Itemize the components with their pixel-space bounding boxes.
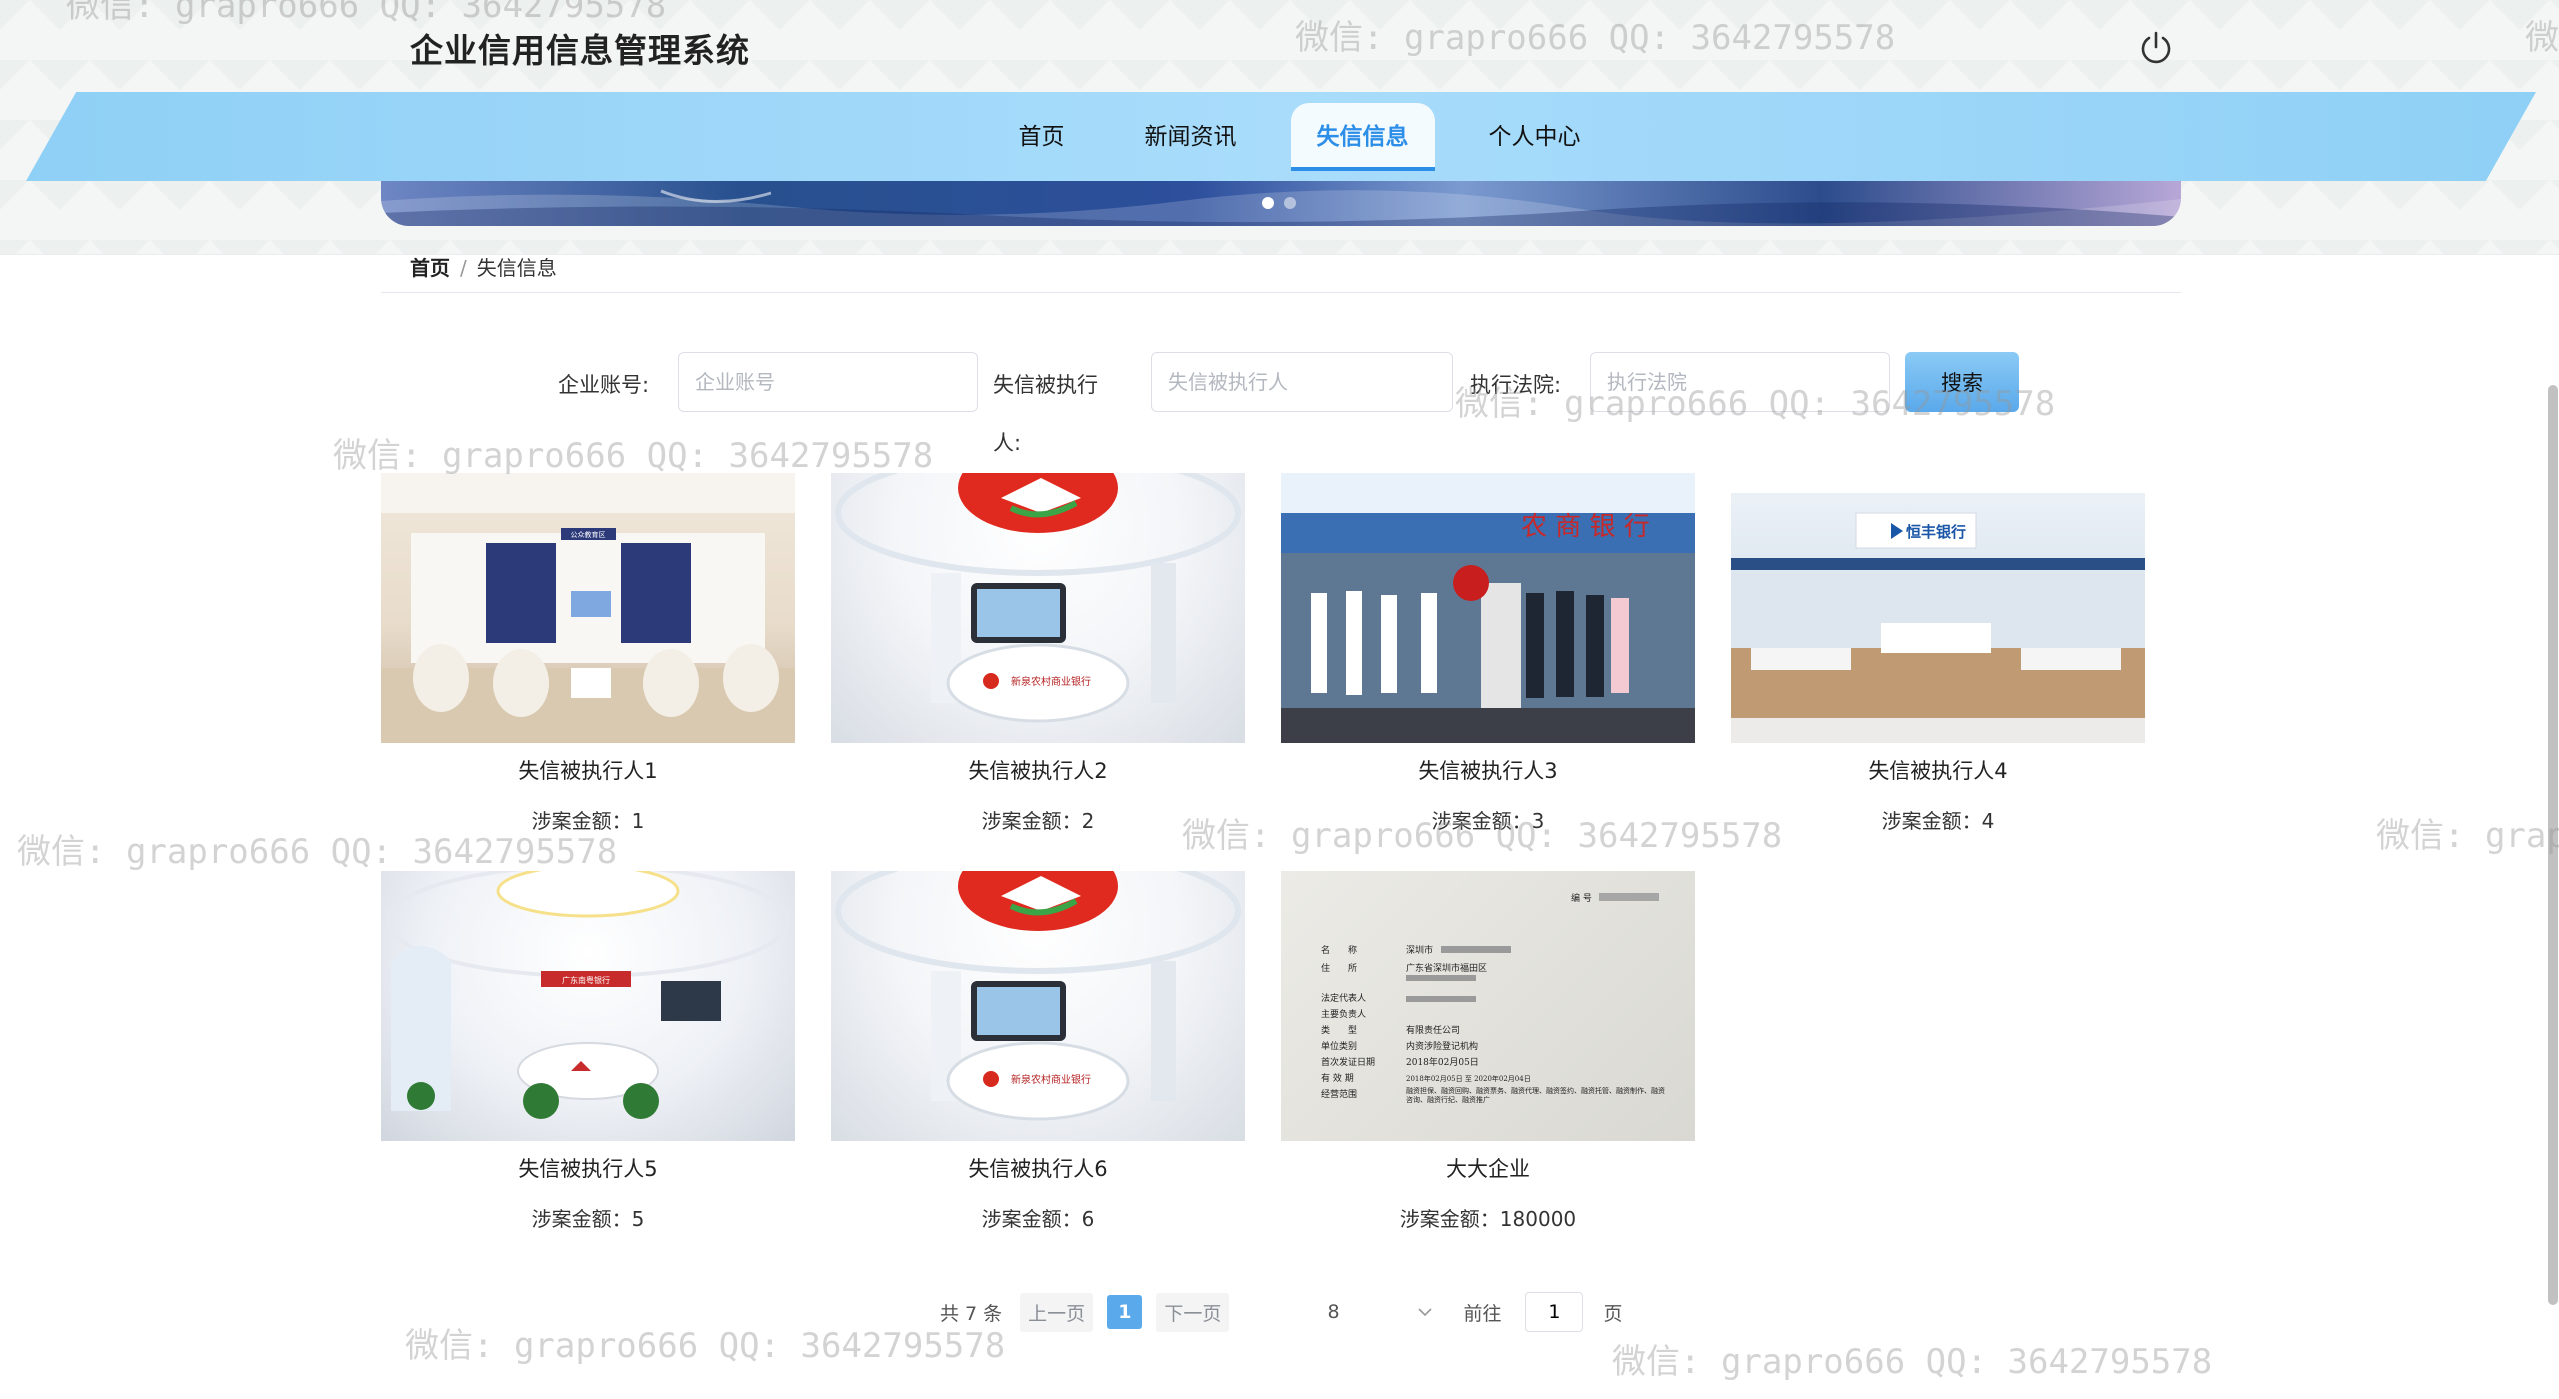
license-number-label: 编 号 [1571, 892, 1592, 904]
card-amount: 涉案金额：5 [531, 1207, 645, 1231]
card-name[interactable]: 失信被执行人4 [1731, 755, 2145, 785]
card-image[interactable]: 新泉农村商业银行 [831, 473, 1245, 743]
breadcrumb: 首页 / 失信信息 [410, 252, 557, 281]
license-value: 有限责任公司 [1406, 1024, 1460, 1036]
power-icon[interactable] [2136, 28, 2176, 68]
executed-person-input[interactable] [1151, 352, 1453, 412]
card-name[interactable]: 失信被执行人2 [831, 755, 1245, 785]
license-key: 法定代表人 [1321, 992, 1366, 1004]
bank6-sign-text: 新泉农村商业银行 [1011, 1073, 1091, 1086]
search-button[interactable]: 搜索 [1905, 352, 2019, 412]
prev-page-button[interactable]: 上一页 [1020, 1292, 1094, 1332]
account-input[interactable] [678, 352, 978, 412]
license-key: 住 所 [1321, 962, 1357, 974]
card-name[interactable]: 大大企业 [1281, 1153, 1695, 1183]
license-value: 广东省深圳市福田区 [1406, 962, 1487, 974]
license-value: 2018年02月05日 [1406, 1056, 1479, 1068]
list-item[interactable]: 农 商 银 行 失信被执行人3 涉案金额：3 [1281, 473, 1695, 834]
list-item[interactable]: 编 号 名 称 深圳市 住 所 广东省深圳市福田区 法定代表人 主要负责人 类 … [1281, 871, 1695, 1232]
goto-page-input[interactable] [1525, 1292, 1584, 1332]
list-item[interactable]: 新泉农村商业银行 失信被执行人6 涉案金额：6 [831, 871, 1245, 1232]
card-image[interactable]: 公众教育区 [381, 473, 795, 743]
card-image[interactable]: 恒丰银行 [1731, 473, 2145, 743]
card-amount: 涉案金额：1 [531, 809, 645, 833]
card-amount: 涉案金额：2 [981, 809, 1095, 833]
license-key: 单位类别 [1321, 1040, 1357, 1052]
page-suffix: 页 [1603, 1302, 1623, 1325]
court-input[interactable] [1590, 352, 1890, 412]
court-label: 执行法院: [1470, 373, 1562, 397]
license-key: 有 效 期 [1321, 1072, 1354, 1084]
executed-label-line1: 失信被执行 [993, 373, 1098, 397]
license-scope: 融资担保、融资回购、融资票务、融资代理、融资签约、融资托管、融资制作、融资咨询、… [1406, 1087, 1665, 1104]
bank2-sign-text: 新泉农村商业银行 [1011, 675, 1091, 688]
license-value: 内资涉险登记机构 [1406, 1040, 1478, 1052]
card-amount: 涉案金额：180000 [1399, 1207, 1577, 1231]
nav-item-home[interactable]: 首页 [993, 103, 1091, 171]
license-value: 2018年02月05日 至 2020年02月04日 [1406, 1074, 1531, 1083]
card-amount: 涉案金额：6 [981, 1207, 1095, 1231]
card-amount: 涉案金额：4 [1881, 809, 1995, 833]
card-name[interactable]: 失信被执行人5 [381, 1153, 795, 1183]
search-form: 企业账号: 失信被执行 人: 执行法院: 搜索 [381, 352, 2181, 455]
banner-dot[interactable] [1262, 197, 1274, 209]
list-item[interactable]: 广东南粤银行 失信被执行人5 涉案金额：5 [381, 871, 795, 1232]
card-image[interactable]: 新泉农村商业银行 [831, 871, 1245, 1141]
card-image[interactable]: 广东南粤银行 [381, 871, 795, 1141]
bank4-sign-text: 恒丰银行 [1906, 523, 1966, 541]
bank3-sign-text: 农 商 银 行 [1521, 512, 1650, 542]
breadcrumb-current: 失信信息 [476, 256, 557, 280]
license-key: 名 称 [1321, 944, 1357, 956]
watermark: 微信: grapro666 QQ: 3642795578 [2376, 816, 2559, 856]
card-name[interactable]: 失信被执行人3 [1281, 755, 1695, 785]
license-value: 深圳市 [1406, 944, 1433, 956]
executed-label-line2: 人: [993, 431, 1022, 455]
breadcrumb-separator: / [460, 256, 467, 280]
site-title: 企业信用信息管理系统 [410, 31, 750, 70]
pagination-total: 共 7 条 [940, 1302, 1003, 1325]
scrollbar[interactable] [2548, 385, 2558, 1305]
license-key: 主要负责人 [1321, 1008, 1366, 1020]
chevron-down-icon [1418, 1308, 1433, 1317]
list-item[interactable]: 新泉农村商业银行 失信被执行人2 涉案金额：2 [831, 473, 1245, 834]
divider [381, 292, 2181, 293]
page-number-current[interactable]: 1 [1107, 1295, 1143, 1329]
account-label: 企业账号: [558, 373, 650, 397]
breadcrumb-home[interactable]: 首页 [410, 256, 450, 280]
bank1-sign-text: 公众教育区 [571, 530, 606, 539]
watermark: 微信: grapro666 QQ: 3642795578 [1612, 1342, 2213, 1382]
goto-label: 前往 [1463, 1302, 1502, 1325]
list-item[interactable]: 公众教育区 失信被执行人1 涉案金额：1 [381, 473, 795, 834]
card-image[interactable]: 农 商 银 行 [1281, 473, 1695, 743]
pagination: 共 7 条 上一页 1 下一页 8 前往 页 [940, 1292, 1622, 1332]
card-image[interactable]: 编 号 名 称 深圳市 住 所 广东省深圳市福田区 法定代表人 主要负责人 类 … [1281, 871, 1695, 1141]
banner-dots [1262, 197, 1296, 209]
bank5-sign-text: 广东南粤银行 [562, 975, 610, 985]
license-key: 经营范围 [1321, 1088, 1357, 1100]
nav-item-personal-center[interactable]: 个人中心 [1463, 103, 1607, 171]
nav-item-news[interactable]: 新闻资讯 [1119, 103, 1263, 171]
license-key: 首次发证日期 [1321, 1056, 1375, 1068]
license-key: 类 型 [1321, 1024, 1357, 1036]
card-name[interactable]: 失信被执行人1 [381, 755, 795, 785]
banner-dot[interactable] [1284, 197, 1296, 209]
list-item[interactable]: 恒丰银行 失信被执行人4 涉案金额：4 [1731, 473, 2145, 834]
card-name[interactable]: 失信被执行人6 [831, 1153, 1245, 1183]
nav-menu: 首页 新闻资讯 失信信息 个人中心 [0, 92, 2559, 181]
next-page-button[interactable]: 下一页 [1156, 1292, 1230, 1332]
card-amount: 涉案金额：3 [1431, 809, 1545, 833]
page-size-value: 8 [1327, 1301, 1340, 1323]
page-size-select[interactable]: 8 [1303, 1293, 1443, 1331]
watermark: 微信: grapro666 QQ: 3642795578 [405, 1326, 1006, 1366]
nav-item-dishonest-info[interactable]: 失信信息 [1290, 102, 1435, 171]
